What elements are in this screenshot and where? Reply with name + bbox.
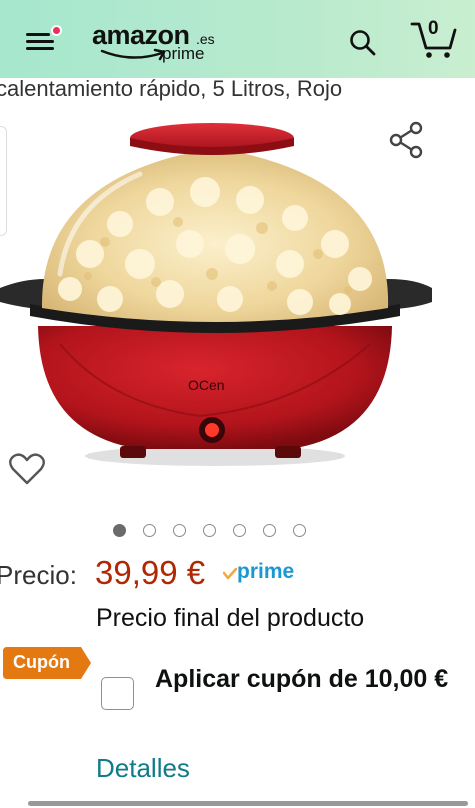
pagination-dot[interactable] (233, 524, 246, 537)
scroll-indicator (28, 801, 468, 806)
price-row: Precio: 39,99 € prime (0, 552, 475, 598)
top-header: amazon .es prime 0 (0, 0, 475, 78)
apply-coupon-checkbox[interactable] (101, 677, 134, 710)
pagination-dot[interactable] (113, 524, 126, 537)
final-price-note: Precio final del producto (96, 604, 365, 632)
pagination-dot[interactable] (263, 524, 276, 537)
price-label: Precio: (0, 560, 77, 590)
popcorn-maker-image[interactable]: OCen (0, 104, 475, 514)
search-icon[interactable] (348, 28, 378, 58)
amazon-prime-logo[interactable]: amazon .es prime (92, 20, 222, 66)
image-pagination-dots (113, 523, 313, 539)
prime-label: prime (237, 560, 295, 583)
coupon-badge: Cupón (3, 647, 91, 679)
pagination-dot[interactable] (173, 524, 186, 537)
brand-imprint: OCen (188, 377, 225, 393)
coupon-badge-label: Cupón (13, 652, 70, 672)
heart-outline-icon[interactable] (9, 452, 45, 486)
prime-check-icon (223, 568, 237, 580)
share-icon[interactable] (388, 120, 424, 160)
product-title: calentamiento rápido, 5 Litros, Rojo (0, 76, 343, 101)
pagination-dot[interactable] (143, 524, 156, 537)
pagination-dot[interactable] (203, 524, 216, 537)
details-link[interactable]: Detalles (96, 753, 190, 784)
price-value: 39,99 € (95, 554, 206, 591)
pagination-dot[interactable] (293, 524, 306, 537)
product-image-gallery[interactable]: OCen (0, 104, 475, 514)
prime-badge: prime (221, 560, 311, 584)
notification-dot-icon (51, 25, 62, 36)
logo-prime: prime (162, 44, 205, 63)
previous-image-tab[interactable] (0, 126, 7, 236)
cart-count: 0 (428, 18, 439, 39)
apply-coupon-label[interactable]: Aplicar cupón de 10,00 € (155, 660, 455, 698)
